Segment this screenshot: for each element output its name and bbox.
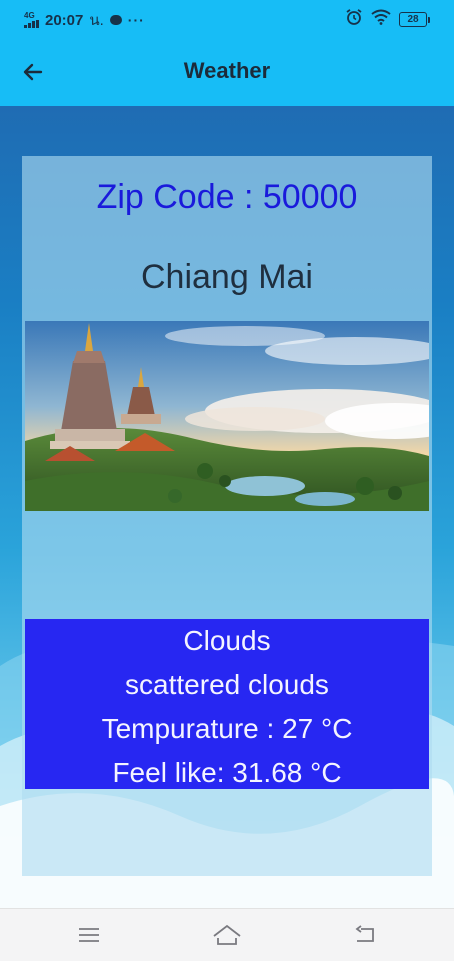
- battery-level: 28: [399, 12, 427, 27]
- return-button[interactable]: [350, 921, 380, 949]
- wifi-icon: [371, 9, 391, 30]
- more-notifications-icon: ···: [127, 12, 145, 28]
- return-icon: [355, 925, 374, 942]
- page-title: Weather: [183, 58, 271, 83]
- home-icon: [213, 924, 241, 945]
- status-time: 20:07: [45, 11, 84, 29]
- battery-icon: 28: [399, 12, 430, 27]
- weather-main: Clouds: [183, 625, 271, 656]
- weather-feels-like: Feel like: 31.68 °C: [112, 757, 342, 788]
- city-photo: [25, 321, 429, 511]
- menu-button[interactable]: [74, 921, 104, 949]
- menu-icon: [79, 928, 99, 942]
- system-nav-bar: [0, 908, 454, 961]
- status-bar: 4G 20:07 น. ··· 28: [0, 0, 454, 36]
- app-bar: Weather: [0, 36, 454, 106]
- weather-description: scattered clouds: [125, 669, 329, 700]
- alarm-icon: [345, 8, 363, 31]
- signal-icon: 4G: [24, 12, 39, 28]
- zip-code-label: Zip Code : 50000: [96, 178, 358, 216]
- weather-card: Zip Code : 50000 Chiang Mai Clouds scatt…: [22, 156, 432, 876]
- home-button[interactable]: [212, 921, 242, 949]
- line-app-icon: [109, 15, 122, 25]
- status-left: 4G 20:07 น. ···: [24, 8, 145, 32]
- network-type: 4G: [24, 11, 35, 20]
- status-right: 28: [345, 8, 430, 31]
- city-name: Chiang Mai: [141, 258, 313, 296]
- status-time-suffix: น.: [89, 12, 104, 29]
- weather-temperature: Tempurature : 27 °C: [101, 713, 353, 744]
- weather-info-box: Clouds scattered clouds Tempurature : 27…: [25, 619, 429, 789]
